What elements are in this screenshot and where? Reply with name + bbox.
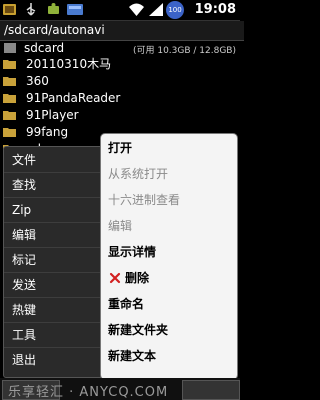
submenu-item-delete[interactable]: 删除 — [101, 267, 237, 289]
usb-icon — [26, 3, 36, 16]
submenu-item-new-folder[interactable]: 新建文件夹 — [101, 319, 237, 341]
menu-item-label: Zip — [12, 203, 32, 217]
submenu-item-label: 编辑 — [108, 219, 133, 233]
menu-item-mark[interactable]: 标记 — [4, 249, 108, 273]
submenu-item-label: 删除 — [125, 271, 150, 285]
submenu-item-new-text[interactable]: 新建文本 — [101, 345, 237, 367]
submenu-item-hex-view: 十六进制查看 — [101, 189, 237, 211]
submenu-item-label: 十六进制查看 — [108, 193, 181, 207]
delete-x-icon — [109, 272, 121, 284]
menu-item-zip[interactable]: Zip — [4, 199, 108, 223]
menu-item-hotkey[interactable]: 热键 — [4, 299, 108, 323]
storage-usage: (可用 10.3GB / 12.8GB) — [132, 46, 236, 56]
bottom-toolbar: 乐享轻汇 · ANYCQ.COM — [0, 378, 240, 400]
menu-item-label: 退出 — [12, 353, 37, 367]
submenu-item-label: 显示详情 — [108, 245, 157, 259]
file-name: 91Player — [26, 108, 79, 122]
submenu-item-open[interactable]: 打开 — [101, 137, 237, 159]
menu-item-label: 标记 — [12, 253, 37, 267]
wifi-icon — [129, 3, 144, 16]
submenu-item-label: 新建文本 — [108, 349, 157, 363]
storage-icon — [67, 4, 83, 15]
file-name: 99fang — [26, 125, 69, 139]
file-row[interactable]: 360 — [0, 73, 240, 90]
menu-item-label: 文件 — [12, 153, 37, 167]
toolbar-button[interactable] — [182, 380, 240, 400]
file-row[interactable]: 91PandaReader — [0, 90, 240, 107]
clock: 19:08 — [194, 2, 236, 17]
menu-item-label: 发送 — [12, 278, 37, 292]
current-path[interactable]: /sdcard/autonavi — [0, 21, 244, 41]
submenu-item-rename[interactable]: 重命名 — [101, 293, 237, 315]
folder-icon — [3, 77, 16, 86]
file-name: 91PandaReader — [26, 91, 121, 105]
file-name: 20110310木马 — [26, 57, 112, 71]
submenu-item-show-details[interactable]: 显示详情 — [101, 241, 237, 263]
folder-icon — [3, 128, 16, 137]
file-row[interactable]: 20110310木马 — [0, 56, 240, 73]
menu-item-label: 热键 — [12, 303, 37, 317]
battery-icon: 100 — [166, 1, 184, 19]
submenu-item-label: 新建文件夹 — [108, 323, 169, 337]
file-submenu: 打开 从系统打开 十六进制查看 编辑 显示详情 删除 重命名 新建文件夹 新建文… — [100, 133, 238, 380]
submenu-item-edit: 编辑 — [101, 215, 237, 237]
storage-label: sdcard — [24, 41, 65, 55]
menu-item-label: 工具 — [12, 328, 37, 342]
menu-item-exit[interactable]: 退出 — [4, 349, 108, 372]
watermark: 乐享轻汇 · ANYCQ.COM — [8, 385, 169, 400]
submenu-item-label: 重命名 — [108, 297, 145, 311]
folder-icon — [3, 60, 16, 69]
signal-icon — [149, 3, 163, 16]
app-icon — [3, 4, 16, 15]
menu-item-tools[interactable]: 工具 — [4, 324, 108, 348]
menu-item-file[interactable]: 文件 — [4, 149, 108, 173]
menu-item-label: 查找 — [12, 178, 37, 192]
menu-item-edit[interactable]: 编辑 — [4, 224, 108, 248]
file-name: 360 — [26, 74, 49, 88]
menu-item-find[interactable]: 查找 — [4, 174, 108, 198]
menu-item-label: 编辑 — [12, 228, 37, 242]
main-menu: 文件 查找 Zip 编辑 标记 发送 热键 工具 退出 — [3, 146, 109, 378]
submenu-item-open-with-system: 从系统打开 — [101, 163, 237, 185]
debug-icon — [48, 3, 59, 14]
menu-item-send[interactable]: 发送 — [4, 274, 108, 298]
folder-icon — [3, 94, 16, 103]
status-bar: 100 19:08 — [0, 0, 240, 21]
folder-icon — [3, 111, 16, 120]
submenu-item-label: 打开 — [108, 141, 133, 155]
storage-icon — [4, 43, 16, 53]
file-row[interactable]: 91Player — [0, 107, 240, 124]
storage-row[interactable]: sdcard (可用 10.3GB / 12.8GB) — [0, 40, 240, 56]
battery-level: 100 — [166, 1, 184, 19]
submenu-item-label: 从系统打开 — [108, 167, 169, 181]
